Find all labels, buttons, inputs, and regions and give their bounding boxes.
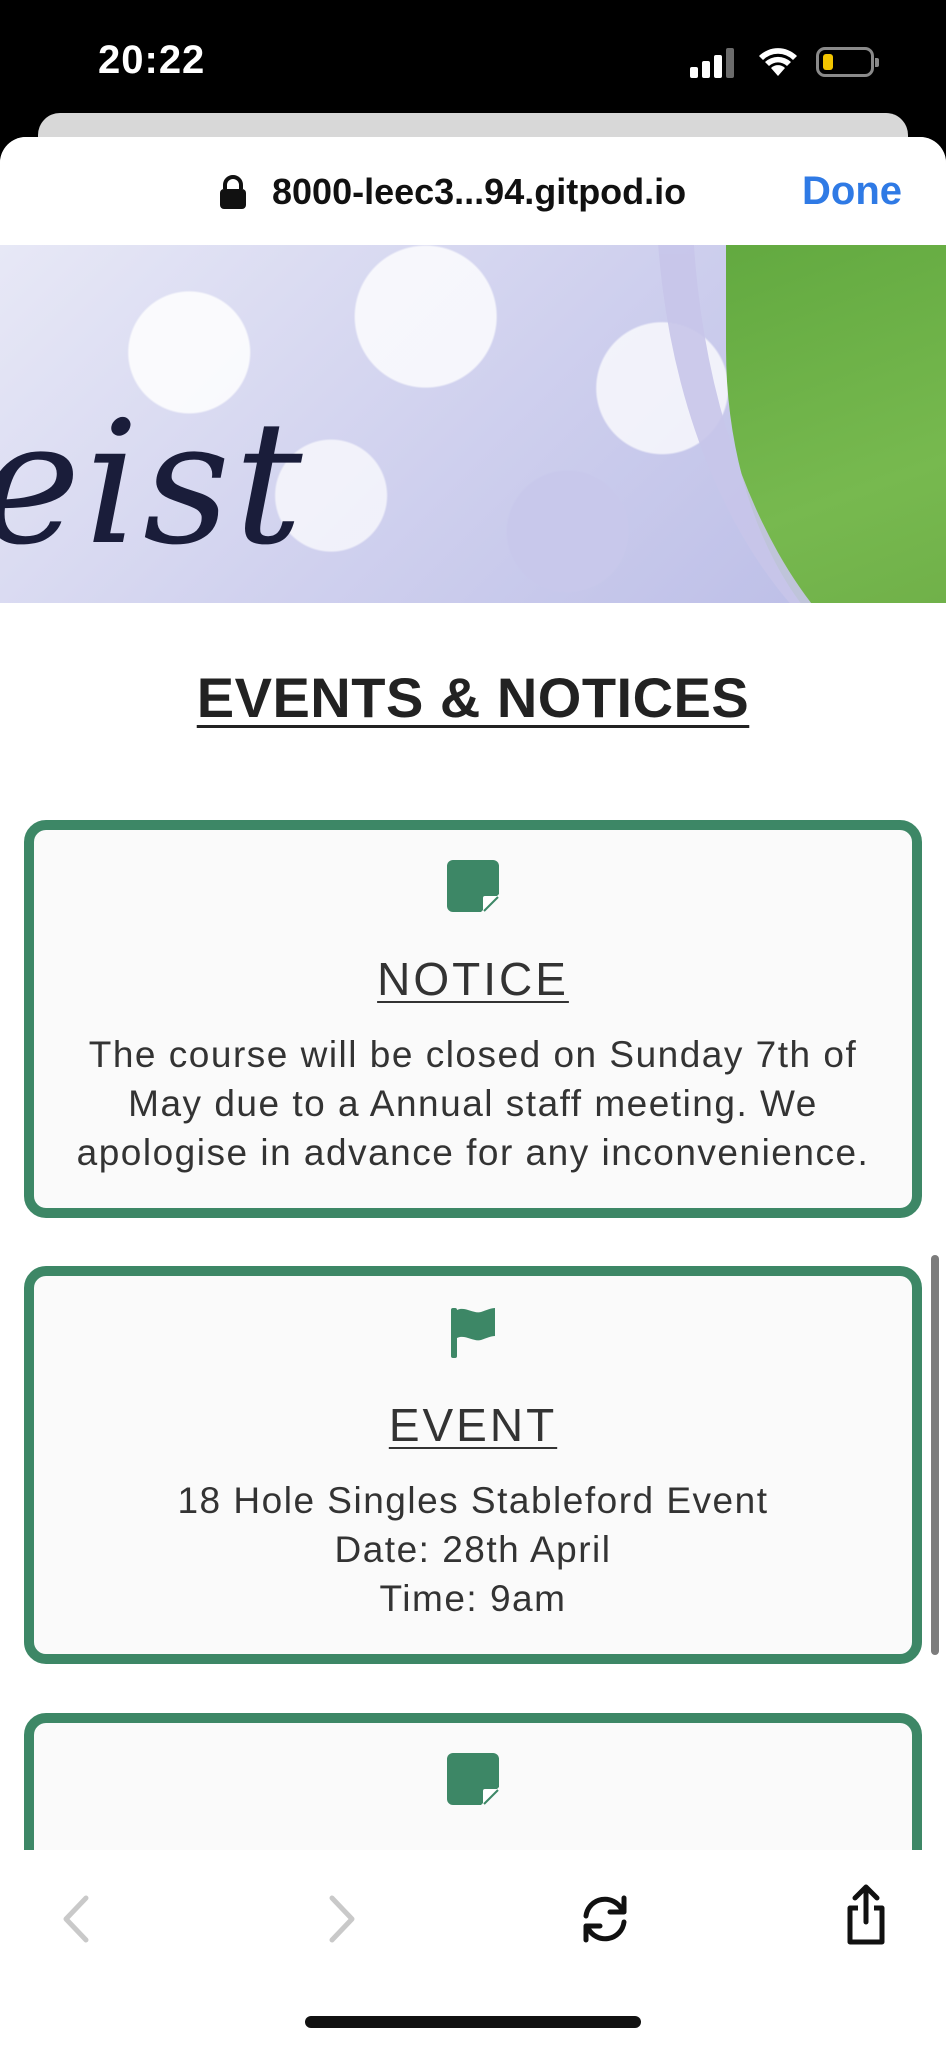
notice-card: NOTICE The course will be closed on Sund… bbox=[24, 820, 922, 1218]
browser-toolbar bbox=[0, 1850, 946, 2048]
back-icon[interactable] bbox=[58, 1892, 94, 1946]
page-content: eist EVENTS & NOTICES NOTICE The course … bbox=[0, 245, 946, 1850]
page-title: EVENTS & NOTICES bbox=[196, 666, 750, 729]
hero-ball-edge bbox=[656, 245, 946, 603]
url-bar: 8000-leec3...94.gitpod.io Done bbox=[0, 137, 946, 245]
scroll-indicator[interactable] bbox=[931, 1255, 939, 1655]
lock-icon bbox=[220, 175, 246, 209]
card-body: 18 Hole Singles Stableford Event Date: 2… bbox=[54, 1476, 892, 1623]
event-card: EVENT 18 Hole Singles Stableford Event D… bbox=[24, 1266, 922, 1664]
card-body: The course will be closed on Sunday 7th … bbox=[54, 1030, 892, 1177]
card-type-label: EVENT bbox=[388, 1399, 558, 1451]
done-button[interactable]: Done bbox=[802, 169, 902, 214]
card-line: The course will be closed on Sunday 7th … bbox=[88, 1034, 858, 1075]
reload-icon[interactable] bbox=[578, 1892, 632, 1946]
note-icon bbox=[447, 1753, 499, 1805]
status-bar: 20:22 bbox=[0, 0, 946, 120]
forward-icon[interactable] bbox=[324, 1892, 360, 1946]
browser-sheet: 8000-leec3...94.gitpod.io Done eist EVEN… bbox=[0, 137, 946, 2048]
card-line: Time: 9am bbox=[379, 1578, 567, 1619]
flag-icon bbox=[451, 1308, 495, 1358]
home-indicator[interactable] bbox=[305, 2016, 641, 2028]
card-line: 18 Hole Singles Stableford Event bbox=[177, 1480, 769, 1521]
hero-image: eist bbox=[0, 245, 946, 603]
note-icon bbox=[447, 860, 499, 912]
battery-icon bbox=[816, 47, 879, 77]
notice-card: NOTICE bbox=[24, 1713, 922, 1850]
card-line: Date: 28th April bbox=[334, 1529, 612, 1570]
wifi-icon bbox=[759, 48, 797, 76]
hero-ball-logo: eist bbox=[0, 385, 307, 583]
url-text[interactable]: 8000-leec3...94.gitpod.io bbox=[272, 171, 686, 213]
card-type-label: NOTICE bbox=[377, 953, 569, 1005]
share-icon[interactable] bbox=[844, 1884, 888, 1946]
card-line: apologise in advance for any inconvenien… bbox=[76, 1132, 870, 1173]
status-time: 20:22 bbox=[98, 38, 206, 82]
signal-icon bbox=[690, 48, 740, 78]
card-line: May due to a Annual staff meeting. We bbox=[128, 1083, 818, 1124]
